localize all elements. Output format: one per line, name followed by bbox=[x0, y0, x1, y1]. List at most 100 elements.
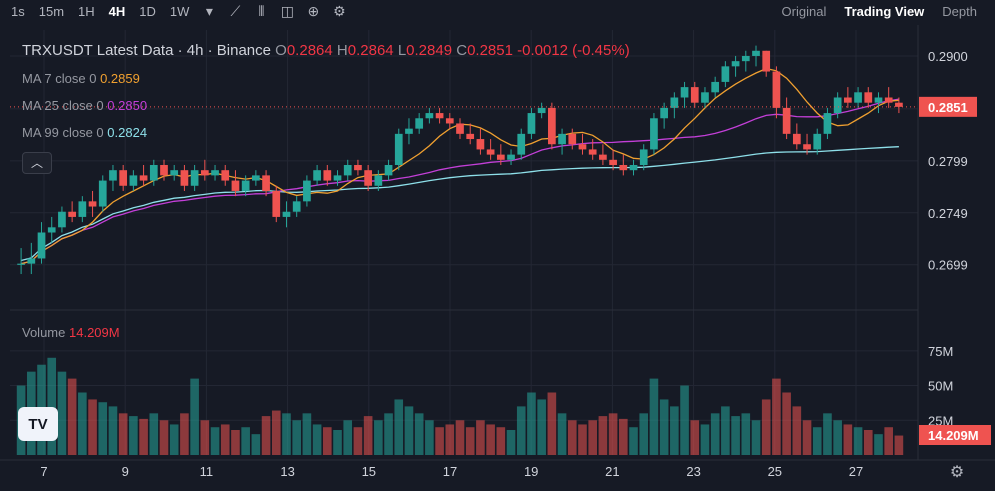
candle-body bbox=[496, 154, 505, 160]
tradingview-logo[interactable]: TV bbox=[18, 407, 58, 441]
candle-body bbox=[343, 165, 352, 176]
candle-body bbox=[803, 144, 811, 150]
candle-body bbox=[129, 175, 138, 186]
volume-bar bbox=[200, 420, 210, 455]
open-label: O bbox=[275, 42, 287, 59]
volume-bar bbox=[108, 406, 118, 455]
volume-bar bbox=[802, 420, 812, 455]
candle-body bbox=[578, 144, 587, 150]
volume-bar bbox=[578, 424, 587, 455]
volume-bar bbox=[220, 424, 230, 455]
candle-body bbox=[211, 170, 219, 176]
x-tick-label: 7 bbox=[40, 464, 47, 479]
candle-body bbox=[58, 211, 66, 228]
candle-body bbox=[517, 133, 526, 155]
volume-bar bbox=[629, 427, 638, 455]
volume-bar bbox=[863, 430, 873, 455]
volume-bar bbox=[731, 416, 740, 455]
symbol-title: TRXUSDT Latest Data · 4h · Binance bbox=[22, 42, 271, 59]
candle-body bbox=[272, 190, 281, 217]
volume-bar bbox=[435, 427, 444, 455]
x-tick-label: 13 bbox=[280, 464, 294, 479]
volume-bar bbox=[843, 424, 853, 455]
candle-body bbox=[170, 170, 179, 176]
volume-bar bbox=[323, 427, 332, 455]
volume-bar bbox=[57, 371, 67, 455]
x-tick-label: 15 bbox=[362, 464, 376, 479]
ma7-value: 0.2859 bbox=[100, 71, 140, 86]
volume-bar bbox=[588, 420, 597, 455]
candle-body bbox=[180, 170, 189, 186]
volume-bar bbox=[159, 420, 169, 455]
volume-tick-label: 50M bbox=[928, 379, 953, 394]
volume-bar bbox=[333, 430, 342, 455]
volume-bar bbox=[690, 420, 700, 455]
candle-body bbox=[241, 180, 250, 191]
volume-bar bbox=[476, 420, 485, 455]
volume-label: Volume bbox=[22, 325, 66, 340]
candle-body bbox=[599, 154, 607, 160]
volume-bar bbox=[445, 424, 455, 455]
volume-bar bbox=[363, 416, 373, 455]
volume-bar bbox=[292, 420, 301, 455]
open-value: 0.2864 bbox=[286, 42, 333, 59]
x-tick-label: 27 bbox=[849, 464, 863, 479]
candle-body bbox=[47, 227, 56, 233]
volume-bar bbox=[772, 378, 781, 455]
volume-bar bbox=[210, 427, 220, 455]
candle-body bbox=[109, 170, 117, 181]
candle-body bbox=[68, 211, 76, 217]
volume-bar bbox=[639, 413, 649, 455]
price-tick-label: 0.2749 bbox=[928, 206, 968, 221]
candle-body bbox=[731, 61, 740, 67]
volume-bar bbox=[608, 413, 618, 455]
volume-bar bbox=[353, 427, 363, 455]
volume-bar bbox=[547, 392, 557, 455]
volume-bar bbox=[496, 427, 506, 455]
candle-body bbox=[456, 123, 464, 134]
ohlc-legend: TRXUSDT Latest Data · 4h · Binance O0.28… bbox=[22, 42, 630, 59]
chevron-up-icon[interactable]: ︿ bbox=[22, 152, 52, 174]
candle-body bbox=[568, 133, 577, 145]
volume-bar bbox=[129, 416, 138, 455]
volume-bar bbox=[465, 427, 475, 455]
ma7-label: MA 7 close 0 bbox=[22, 71, 97, 86]
x-tick-label: 21 bbox=[605, 464, 619, 479]
candle-body bbox=[476, 139, 485, 150]
candle-body bbox=[884, 97, 893, 103]
candle-body bbox=[721, 66, 730, 82]
volume-bar bbox=[261, 416, 271, 455]
candle-body bbox=[874, 97, 883, 103]
ma99-label: MA 99 close 0 bbox=[22, 125, 104, 140]
volume-bar bbox=[833, 420, 842, 455]
volume-bar bbox=[231, 430, 240, 455]
volume-bar bbox=[506, 430, 516, 455]
candle-body bbox=[415, 118, 424, 129]
candle-body bbox=[231, 180, 240, 191]
candle-body bbox=[527, 113, 536, 134]
price-chart[interactable]: 7 9 11 13 15 17 19 21 23 25 27 0.2900 0.2799 0.2749 0.… bbox=[0, 0, 995, 491]
candle-body bbox=[78, 201, 87, 217]
x-tick-label: 11 bbox=[200, 464, 214, 479]
volume-bar bbox=[414, 413, 424, 455]
candle-body bbox=[323, 170, 332, 181]
candle-body bbox=[190, 170, 199, 186]
volume-bar bbox=[312, 424, 322, 455]
volume-bar bbox=[894, 435, 904, 455]
volume-bar bbox=[282, 413, 291, 455]
close-value: 0.2851 bbox=[467, 42, 513, 59]
volume-bar bbox=[598, 416, 608, 455]
candle-body bbox=[292, 201, 301, 212]
candle-body bbox=[435, 113, 444, 119]
high-label: H bbox=[336, 42, 348, 59]
volume-bar bbox=[567, 420, 577, 455]
settings-icon[interactable]: ⚙ bbox=[946, 462, 968, 484]
candle-body bbox=[252, 175, 260, 181]
volume-bar bbox=[884, 427, 893, 455]
volume-tick-label: 75M bbox=[928, 344, 953, 359]
candle-body bbox=[864, 92, 873, 103]
volume-bar bbox=[649, 378, 659, 455]
close-label: C bbox=[456, 42, 468, 59]
candle-body bbox=[303, 180, 311, 202]
volume-bar bbox=[78, 392, 87, 455]
